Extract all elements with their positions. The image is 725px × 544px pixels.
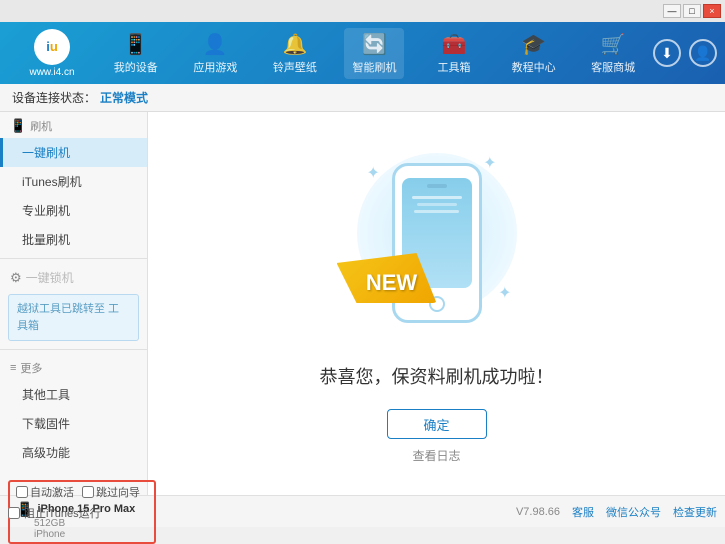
my-device-label: 我的设备 (114, 59, 158, 75)
bottom-right: V7.98.66 客服 微信公众号 检查更新 (156, 504, 717, 520)
rescue-section-icon: ⚙ (10, 270, 22, 286)
success-illustration: ✦ ✦ ✦ NEW ✦ (347, 143, 527, 343)
nav-apps-games[interactable]: 👤 应用游戏 (185, 28, 245, 79)
sidebar-item-batch-flash[interactable]: 批量刷机 (0, 225, 147, 254)
smart-flash-icon: 🔄 (362, 32, 387, 57)
more-section-label: 更多 (20, 360, 42, 376)
device-type: iPhone (16, 529, 148, 540)
smart-flash-label: 智能刷机 (352, 59, 396, 75)
auto-activate-label: 自动激活 (30, 484, 74, 500)
logo-icon: iu (34, 29, 70, 65)
status-prefix: 设备连接状态： (12, 89, 96, 106)
apps-icon: 👤 (203, 32, 228, 57)
version-label: V7.98.66 (516, 506, 560, 518)
toolbox-label: 工具箱 (438, 59, 471, 75)
customer-service-link[interactable]: 客服 (572, 504, 594, 520)
toolbox-icon: 🧰 (442, 32, 467, 57)
apps-label: 应用游戏 (193, 59, 237, 75)
auto-import-checkbox[interactable]: 跳过向导 (82, 484, 140, 500)
store-label: 客服商城 (591, 59, 635, 75)
sidebar-item-one-key-flash[interactable]: 一键刷机 (0, 138, 147, 167)
more-section-icon: ≡ (10, 362, 16, 374)
new-label: NEW (366, 270, 417, 296)
bottom-bar: 自动激活 跳过向导 📱 iPhone 15 Pro Max 512GB iPho… (0, 495, 725, 527)
nav-smart-flash[interactable]: 🔄 智能刷机 (344, 28, 404, 79)
log-link[interactable]: 查看日志 (412, 447, 460, 464)
sidebar: 📱 刷机 一键刷机 iTunes刷机 专业刷机 批量刷机 ⚙ 一键锁机 越狱工具… (0, 112, 148, 495)
status-value: 正常模式 (100, 89, 148, 106)
stop-itunes-input[interactable] (8, 507, 20, 519)
device-checkboxes: 自动激活 跳过向导 (16, 484, 148, 500)
wechat-link[interactable]: 微信公众号 (606, 504, 661, 520)
logo-area: iu www.i4.cn (8, 29, 96, 78)
nav-store[interactable]: 🛒 客服商城 (583, 28, 643, 79)
sidebar-section-rescue: ⚙ 一键锁机 (0, 263, 147, 290)
sidebar-divider-1 (0, 258, 147, 259)
download-button[interactable]: ⬇ (653, 39, 681, 67)
sidebar-item-download-firmware[interactable]: 下载固件 (0, 409, 147, 438)
stop-itunes-checkbox[interactable]: 阻止iTunes运行 (8, 505, 101, 521)
window-chrome: — □ × (0, 0, 725, 22)
status-bar: 设备连接状态： 正常模式 (0, 84, 725, 112)
store-icon: 🛒 (601, 32, 626, 57)
confirm-button[interactable]: 确定 (387, 409, 487, 439)
auto-import-label: 跳过向导 (96, 484, 140, 500)
sidebar-divider-2 (0, 349, 147, 350)
main-layout: 📱 刷机 一键刷机 iTunes刷机 专业刷机 批量刷机 ⚙ 一键锁机 越狱工具… (0, 112, 725, 495)
user-button[interactable]: 👤 (689, 39, 717, 67)
nav-items: 📱 我的设备 👤 应用游戏 🔔 铃声壁纸 🔄 智能刷机 🧰 工具箱 🎓 教程中心… (96, 28, 653, 79)
tutorial-icon: 🎓 (521, 32, 546, 57)
sidebar-item-other-tools[interactable]: 其他工具 (0, 380, 147, 409)
rescue-section-label: 一键锁机 (26, 269, 74, 286)
nav-ringtones[interactable]: 🔔 铃声壁纸 (265, 28, 325, 79)
sidebar-section-more: ≡ 更多 (0, 354, 147, 380)
auto-import-input[interactable] (82, 486, 94, 498)
nav-toolbox[interactable]: 🧰 工具箱 (424, 28, 484, 79)
minimize-button[interactable]: — (663, 4, 681, 18)
nav-right: ⬇ 👤 (653, 39, 717, 67)
nav-tutorial[interactable]: 🎓 教程中心 (504, 28, 564, 79)
sidebar-item-pro-flash[interactable]: 专业刷机 (0, 196, 147, 225)
tutorial-label: 教程中心 (512, 59, 556, 75)
success-message: 恭喜您，保资料刷机成功啦！ (320, 363, 554, 389)
auto-activate-input[interactable] (16, 486, 28, 498)
sparkle-icon-3: ✦ (498, 283, 511, 303)
nav-my-device[interactable]: 📱 我的设备 (106, 28, 166, 79)
stop-itunes-label: 阻止iTunes运行 (24, 505, 101, 521)
ringtones-icon: 🔔 (282, 32, 307, 57)
ringtones-label: 铃声壁纸 (273, 59, 317, 75)
sidebar-item-advanced[interactable]: 高级功能 (0, 438, 147, 467)
sidebar-item-itunes-flash[interactable]: iTunes刷机 (0, 167, 147, 196)
sidebar-section-flash: 📱 刷机 (0, 112, 147, 138)
logo-text: www.i4.cn (29, 67, 74, 78)
rescue-note: 越狱工具已跳转至 工具箱 (8, 294, 139, 341)
sparkle-icon-2: ✦ (483, 153, 496, 173)
close-button[interactable]: × (703, 4, 721, 18)
check-update-link[interactable]: 检查更新 (673, 504, 717, 520)
flash-section-label: 刷机 (30, 118, 52, 134)
sparkle-icon-1: ✦ (367, 163, 380, 183)
maximize-button[interactable]: □ (683, 4, 701, 18)
content-area: ✦ ✦ ✦ NEW ✦ 恭喜您，保资料刷机成功啦！ 确定 查看日志 (148, 112, 725, 495)
auto-activate-checkbox[interactable]: 自动激活 (16, 484, 74, 500)
header: iu www.i4.cn 📱 我的设备 👤 应用游戏 🔔 铃声壁纸 🔄 智能刷机… (0, 22, 725, 84)
flash-section-icon: 📱 (10, 118, 26, 134)
my-device-icon: 📱 (123, 32, 148, 57)
